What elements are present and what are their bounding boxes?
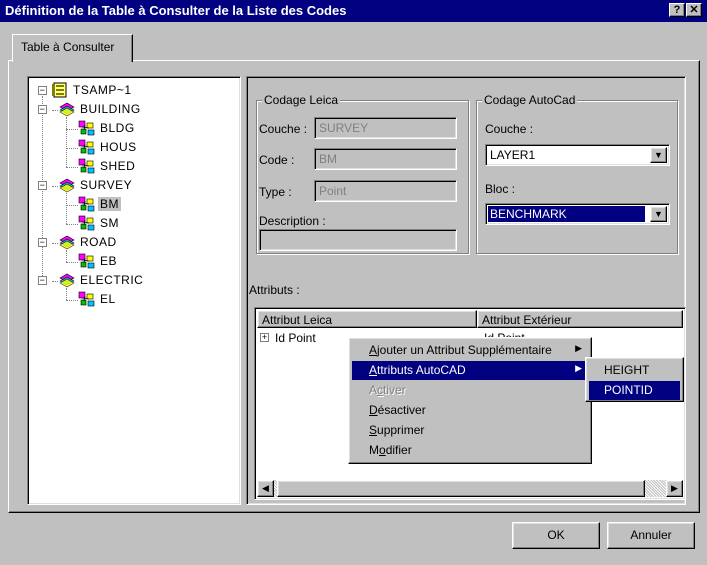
autocad-block-value: BENCHMARK [488,206,645,222]
leica-description-field [259,229,457,251]
code-block-icon [78,139,96,155]
window-title: Définition de la Table à Consulter de la… [5,3,347,18]
menu-item-label: Activer [369,383,406,397]
attributes-label: Attributs : [249,283,300,297]
tree-node-code[interactable]: BM [28,196,228,214]
leica-group-title: Codage Leica [262,93,341,107]
tab-table-a-consulter[interactable]: Table à Consulter [12,34,133,62]
tree-node-root[interactable]: − TSAMP~1 [28,82,228,100]
ok-button[interactable]: OK [512,522,600,549]
tree-node-label: BM [98,197,121,211]
menu-item-modifier[interactable]: Modifier [352,441,588,460]
submenu-arrow-icon: ▶ [575,343,582,353]
tree-node-label: EB [100,254,118,268]
autocad-group-title: Codage AutoCad [482,93,578,107]
autocad-block-combo[interactable]: BENCHMARK ▼ [485,203,670,225]
menu-item-label: Supprimer [369,423,425,437]
tree-collapse-icon[interactable]: − [38,105,47,114]
autocad-bloc-label: Bloc : [485,182,516,196]
autocad-coding-group: Codage AutoCad Couche : LAYER1 ▼ Bloc : … [476,93,678,254]
row-leica-attribute: Id Point [275,331,316,345]
tree-collapse-icon[interactable]: − [38,181,47,190]
chevron-down-icon[interactable]: ▼ [650,206,667,222]
submenu-item-pointid[interactable]: POINTID [589,381,680,400]
tree-node-label: SHED [100,159,136,173]
leica-code-label: Code : [259,153,295,167]
tree-node-code[interactable]: SM [28,215,228,233]
code-block-icon [78,215,96,231]
tree-node-group[interactable]: − ROAD [28,234,228,252]
menu-item-attributs-autocad[interactable]: Attributs AutoCAD ▶ [352,361,588,380]
tree-node-group[interactable]: − SURVEY [28,177,228,195]
tree-node-code[interactable]: SHED [28,158,228,176]
menu-item-ajouter-un-attribut-supplementaire[interactable]: Ajouter un Attribut Supplémentaire ▶ [352,341,588,360]
tree-collapse-icon[interactable]: − [38,276,47,285]
cancel-button[interactable]: Annuler [607,522,695,549]
code-block-icon [78,253,96,269]
tree-node-label: BUILDING [80,102,141,116]
menu-item-label: Désactiver [369,403,426,417]
database-book-icon [51,82,69,98]
column-header-exterieur[interactable]: Attribut Extérieur [477,310,683,328]
menu-item-label: Modifier [369,443,412,457]
leica-type-label: Type : [259,185,292,199]
submenu-arrow-icon: ▶ [575,363,582,373]
title-bar: Définition de la Table à Consulter de la… [0,0,707,22]
context-menu: Ajouter un Attribut Supplémentaire ▶ Att… [348,337,592,464]
tree-node-group[interactable]: − BUILDING [28,101,228,119]
menu-item-label: Attributs AutoCAD [369,363,466,377]
autocad-layer-combo[interactable]: LAYER1 ▼ [485,144,670,166]
scroll-left-icon[interactable]: ◀ [257,480,274,497]
leica-couche-label: Couche : [259,122,308,136]
tree-node-label: SURVEY [80,178,133,192]
layer-icon [58,272,76,288]
code-tree[interactable]: − TSAMP~1 − BUILDING BLDG HOUS SHED − SU… [27,76,241,505]
leica-code-field: BM [314,148,457,170]
tree-node-code[interactable]: EL [28,291,228,309]
close-button[interactable]: ✕ [686,3,702,17]
tree-node-label: ROAD [80,235,117,249]
horizontal-scrollbar[interactable]: ◀ ▶ [257,480,683,497]
menu-item-label: Ajouter un Attribut Supplémentaire [369,343,552,357]
tree-node-code[interactable]: HOUS [28,139,228,157]
tree-node-label: BLDG [100,121,135,135]
scroll-right-icon[interactable]: ▶ [666,480,683,497]
code-block-icon [78,196,96,212]
menu-item-supprimer[interactable]: Supprimer [352,421,588,440]
tree-node-label: ELECTRIC [80,273,144,287]
tree-collapse-icon[interactable]: − [38,86,47,95]
leica-type-field: Point [314,180,457,202]
code-block-icon [78,291,96,307]
tree-node-group[interactable]: − ELECTRIC [28,272,228,290]
tree-node-code[interactable]: EB [28,253,228,271]
code-block-icon [78,120,96,136]
tree-node-label: EL [100,292,116,306]
scroll-thumb[interactable] [277,480,645,497]
tree-node-code[interactable]: BLDG [28,120,228,138]
autocad-layer-value: LAYER1 [490,148,536,162]
layer-icon [58,101,76,117]
tree-node-label: SM [100,216,119,230]
tree-collapse-icon[interactable]: − [38,238,47,247]
submenu-item-height[interactable]: HEIGHT [589,361,680,380]
layer-icon [58,234,76,250]
row-expander[interactable]: + [260,333,269,342]
leica-coding-group: Codage Leica Couche : SURVEY Code : BM T… [256,93,469,254]
autocad-couche-label: Couche : [485,122,534,136]
menu-item-desactiver[interactable]: Désactiver [352,401,588,420]
leica-description-label: Description : [259,214,326,228]
chevron-down-icon[interactable]: ▼ [650,147,667,163]
help-button[interactable]: ? [669,3,685,17]
leica-couche-field: SURVEY [314,117,457,139]
tree-node-label: TSAMP~1 [73,83,132,97]
layer-icon [58,177,76,193]
menu-item-activer: Activer [352,381,588,400]
autocad-attributes-submenu: HEIGHT POINTID [585,357,684,402]
tree-node-label: HOUS [100,140,137,154]
column-header-leica[interactable]: Attribut Leica [257,310,477,328]
code-block-icon [78,158,96,174]
